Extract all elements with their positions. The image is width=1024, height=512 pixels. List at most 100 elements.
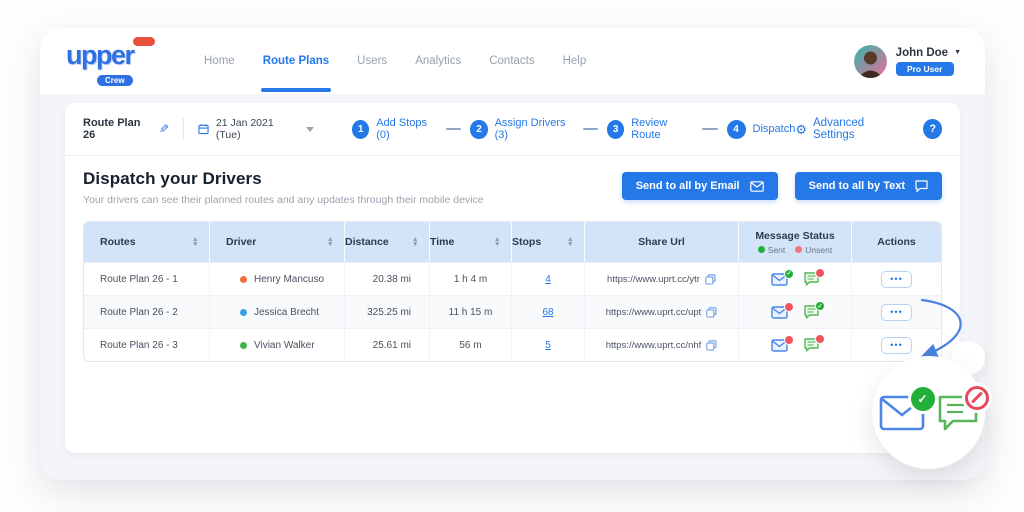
row-actions-button[interactable]: ••• <box>881 303 912 321</box>
copy-icon[interactable] <box>706 306 717 318</box>
time-cell: 1 h 4 m <box>429 263 511 295</box>
share-url-cell: https://www.uprt.cc/upt <box>584 296 738 328</box>
step-number: 1 <box>352 119 370 139</box>
distance-cell: 325.25 mi <box>344 296 429 328</box>
logo-crew-label: Crew <box>96 74 134 87</box>
sort-icon[interactable]: ▴ ▾ <box>568 236 572 248</box>
send-all-text-label: Send to all by Text <box>808 180 905 192</box>
main-nav: Home Route Plans Users Analytics Contact… <box>204 55 587 92</box>
nav-item-users[interactable]: Users <box>357 55 387 67</box>
step-connector <box>445 128 462 130</box>
share-url[interactable]: https://www.uprt.cc/nhf <box>606 340 702 351</box>
send-all-text-button[interactable]: Send to all by Text <box>794 172 942 200</box>
header-message-status: Message Status Sent Unsent <box>738 222 851 262</box>
header-share-url: Share Url <box>584 222 738 262</box>
table-row: Route Plan 26 - 2 Jessica Brecht 325.25 … <box>84 295 941 328</box>
step-number: 2 <box>470 119 488 139</box>
email-status-icon[interactable] <box>771 334 794 352</box>
driver-cell: Vivian Walker <box>209 329 344 361</box>
email-status-icon[interactable] <box>771 301 794 319</box>
edit-icon[interactable]: ✎ <box>159 122 169 136</box>
message-status-cell <box>738 263 851 295</box>
help-button[interactable]: ? <box>923 119 943 139</box>
date-picker[interactable]: 21 Jan 2021 (Tue) <box>198 117 315 141</box>
text-status-badge <box>815 268 825 278</box>
stops-link[interactable]: 5 <box>545 340 551 351</box>
header-label: Message Status <box>755 229 835 242</box>
time-cell: 11 h 15 m <box>429 296 511 328</box>
share-url[interactable]: https://www.uprt.cc/ytr <box>607 274 700 285</box>
user-dropdown[interactable]: John Doe ▼ <box>896 47 961 59</box>
blocked-badge-icon <box>964 385 989 410</box>
step-review-route[interactable]: 3 Review Route <box>607 117 693 141</box>
gear-icon: ⚙ <box>795 121 807 137</box>
email-status-icon[interactable] <box>771 268 794 286</box>
content-card: Route Plan 26 ✎ 21 Jan 2021 (Tue) 1 Add … <box>65 103 960 453</box>
unsent-label: Unsent <box>805 244 833 255</box>
nav-item-help[interactable]: Help <box>563 55 587 67</box>
header-label: Actions <box>877 236 916 248</box>
stops-cell: 5 <box>511 329 584 361</box>
sent-dot-icon <box>757 246 765 253</box>
sort-icon[interactable]: ▴ ▾ <box>495 236 499 248</box>
stops-link[interactable]: 68 <box>542 307 553 318</box>
upper-crew-logo[interactable]: upper Crew <box>64 36 160 87</box>
top-navbar: upper Crew Home Route Plans Users Analyt… <box>40 28 985 94</box>
sort-icon[interactable]: ▴ ▾ <box>193 236 197 248</box>
header-label: Time <box>430 236 455 248</box>
step-connector <box>702 128 718 130</box>
header-label: Driver <box>226 236 257 248</box>
text-status-badge <box>815 334 825 344</box>
distance-cell: 25.61 mi <box>344 329 429 361</box>
time-cell: 56 m <box>429 329 511 361</box>
step-label: Dispatch <box>752 123 796 135</box>
divider <box>182 118 184 140</box>
step-assign-drivers[interactable]: 2 Assign Drivers (3) <box>470 117 573 141</box>
stops-link[interactable]: 4 <box>545 274 551 285</box>
step-number: 3 <box>607 119 625 139</box>
copy-icon[interactable] <box>705 273 716 285</box>
step-number: 4 <box>726 119 746 139</box>
pro-user-badge[interactable]: Pro User <box>895 61 954 76</box>
page-title: Dispatch your Drivers <box>83 169 262 188</box>
step-add-stops[interactable]: 1 Add Stops (0) <box>352 117 437 141</box>
row-actions-button[interactable]: ••• <box>881 270 912 288</box>
header-time: Time ▴ ▾ <box>429 222 511 262</box>
sort-icon[interactable]: ▴ ▾ <box>328 236 332 248</box>
sort-icon[interactable]: ▴ ▾ <box>413 236 417 248</box>
text-status-icon[interactable] <box>804 334 825 352</box>
route-cell: Route Plan 26 - 1 <box>100 273 178 285</box>
share-url[interactable]: https://www.uprt.cc/upt <box>606 307 702 318</box>
share-url-cell: https://www.uprt.cc/nhf <box>584 329 738 361</box>
table-row: Route Plan 26 - 1 Henry Mancuso 20.38 mi… <box>84 262 941 295</box>
header-label: Routes <box>100 236 136 248</box>
status-legend: Sent Unsent <box>757 244 833 255</box>
message-status-cell <box>738 329 851 361</box>
text-status-icon[interactable] <box>804 268 825 286</box>
header-label: Distance <box>345 236 389 248</box>
route-cell: Route Plan 26 - 3 <box>100 339 178 351</box>
text-unsent-zoom-icon <box>937 385 989 432</box>
copy-icon[interactable] <box>706 339 717 351</box>
route-plan-bar: Route Plan 26 ✎ 21 Jan 2021 (Tue) 1 Add … <box>65 103 960 156</box>
step-connector <box>582 128 599 130</box>
driver-name: Vivian Walker <box>254 339 315 351</box>
email-status-badge <box>784 334 794 345</box>
advanced-settings-button[interactable]: ⚙ Advanced Settings <box>795 117 901 141</box>
nav-item-route-plans[interactable]: Route Plans <box>260 55 332 92</box>
header-label: Stops <box>512 236 542 248</box>
step-dispatch[interactable]: 4 Dispatch <box>726 119 796 139</box>
avatar[interactable] <box>853 44 887 78</box>
send-all-email-button[interactable]: Send to all by Email <box>621 172 778 200</box>
check-badge-icon: ✓ <box>910 386 935 411</box>
message-status-cell <box>738 296 851 328</box>
nav-item-analytics[interactable]: Analytics <box>415 55 461 67</box>
header-label: Share Url <box>638 236 685 248</box>
driver-cell: Henry Mancuso <box>209 263 344 295</box>
driver-name: Henry Mancuso <box>254 273 325 285</box>
route-plan-name: Route Plan 26 <box>83 117 141 141</box>
nav-item-home[interactable]: Home <box>204 55 235 67</box>
nav-item-contacts[interactable]: Contacts <box>489 55 534 67</box>
text-status-icon[interactable] <box>804 301 825 319</box>
row-actions-button[interactable]: ••• <box>881 336 912 354</box>
